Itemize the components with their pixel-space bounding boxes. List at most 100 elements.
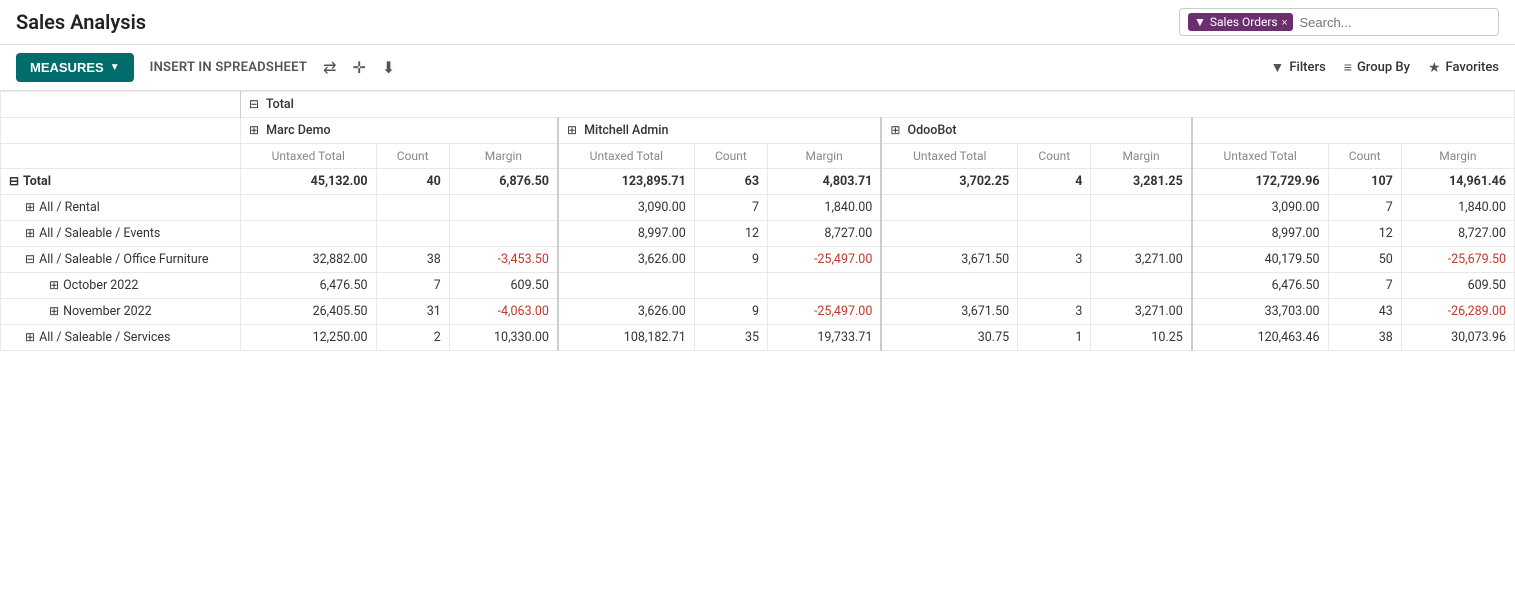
- col-sub-header-row: Untaxed Total Count Margin Untaxed Total…: [1, 144, 1515, 169]
- filter-tag[interactable]: ▼ Sales Orders ×: [1188, 13, 1293, 31]
- data-cell: -25,497.00: [768, 299, 882, 325]
- data-cell: 50: [1328, 247, 1401, 273]
- favorites-button[interactable]: ★ Favorites: [1428, 60, 1499, 76]
- data-cell: [241, 221, 377, 247]
- download-icon[interactable]: ⬇: [382, 58, 395, 77]
- swap-icon[interactable]: ⇄: [323, 58, 336, 77]
- data-cell: 2: [376, 325, 449, 351]
- data-cell: 8,997.00: [1192, 221, 1328, 247]
- row-expand-icon[interactable]: ⊞: [25, 330, 35, 344]
- data-cell: 14,961.46: [1401, 169, 1514, 195]
- data-cell: 32,882.00: [241, 247, 377, 273]
- data-cell: 120,463.46: [1192, 325, 1328, 351]
- data-cell: 31: [376, 299, 449, 325]
- row-header-cell: ⊞All / Rental: [1, 195, 241, 221]
- table-row: ⊞All / Saleable / Events8,997.00128,727.…: [1, 221, 1515, 247]
- row-expand-icon[interactable]: ⊞: [49, 304, 59, 318]
- data-cell: 3,671.50: [881, 247, 1017, 273]
- total-collapse-icon[interactable]: ⊟: [249, 97, 259, 111]
- data-cell: [1018, 195, 1091, 221]
- data-cell: 6,876.50: [449, 169, 558, 195]
- filter-funnel-icon: ▼: [1271, 59, 1285, 76]
- table-row: ⊞All / Rental3,090.0071,840.003,090.0071…: [1, 195, 1515, 221]
- table-row: ⊟Total45,132.00406,876.50123,895.71634,8…: [1, 169, 1515, 195]
- data-cell: [694, 273, 767, 299]
- data-cell: [1091, 221, 1192, 247]
- row-expand-icon[interactable]: ⊞: [25, 226, 35, 240]
- row-label: All / Saleable / Services: [39, 330, 170, 345]
- pivot-container: ⊟ Total ⊞ Marc Demo ⊞ Mitchell Admin: [0, 91, 1515, 351]
- row-label: All / Saleable / Events: [39, 226, 160, 241]
- row-label: November 2022: [63, 304, 152, 319]
- data-cell: 123,895.71: [558, 169, 694, 195]
- odoo-count-header: Count: [1018, 144, 1091, 169]
- data-cell: 609.50: [449, 273, 558, 299]
- measures-button[interactable]: MEASURES ▼: [16, 53, 134, 82]
- insert-spreadsheet-button[interactable]: INSERT IN SPREADSHEET: [150, 60, 308, 75]
- grand-count-header: Count: [1328, 144, 1401, 169]
- data-cell: [376, 221, 449, 247]
- data-cell: [449, 221, 558, 247]
- favorites-label: Favorites: [1446, 60, 1499, 75]
- filter-tag-close[interactable]: ×: [1282, 16, 1288, 29]
- star-icon: ★: [1428, 60, 1441, 76]
- page-title: Sales Analysis: [16, 10, 146, 34]
- odoobot-label: OdooBot: [908, 123, 957, 138]
- data-cell: 38: [376, 247, 449, 273]
- data-cell: 172,729.96: [1192, 169, 1328, 195]
- data-cell: 4,803.71: [768, 169, 882, 195]
- odoo-untaxed-header: Untaxed Total: [881, 144, 1017, 169]
- marc-count-header: Count: [376, 144, 449, 169]
- data-cell: 40,179.50: [1192, 247, 1328, 273]
- data-cell: 35: [694, 325, 767, 351]
- move-icon[interactable]: ✛: [353, 58, 366, 77]
- odoobot-expand-icon[interactable]: ⊞: [890, 123, 900, 137]
- search-input[interactable]: [1299, 15, 1490, 30]
- data-cell: 3,702.25: [881, 169, 1017, 195]
- data-cell: 6,476.50: [241, 273, 377, 299]
- mitchell-untaxed-header: Untaxed Total: [558, 144, 694, 169]
- row-label: Total: [23, 174, 51, 189]
- data-cell: -4,063.00: [449, 299, 558, 325]
- data-cell: 107: [1328, 169, 1401, 195]
- data-cell: 3: [1018, 299, 1091, 325]
- data-cell: 30.75: [881, 325, 1017, 351]
- data-cell: 9: [694, 299, 767, 325]
- filter-tag-label: Sales Orders: [1210, 15, 1278, 29]
- data-cell: 26,405.50: [241, 299, 377, 325]
- col-group-grand-total: [1192, 118, 1515, 144]
- data-cell: 4: [1018, 169, 1091, 195]
- data-cell: 609.50: [1401, 273, 1514, 299]
- grand-untaxed-header: Untaxed Total: [1192, 144, 1328, 169]
- row-collapse-icon[interactable]: ⊟: [25, 252, 35, 266]
- search-bar: ▼ Sales Orders ×: [1179, 8, 1499, 36]
- marc-demo-expand-icon[interactable]: ⊞: [249, 123, 259, 137]
- mitchell-admin-expand-icon[interactable]: ⊞: [567, 123, 577, 137]
- data-cell: 3,671.50: [881, 299, 1017, 325]
- data-cell: 8,727.00: [768, 221, 882, 247]
- marc-demo-label: Marc Demo: [266, 123, 330, 138]
- col-subgroup-header-row: ⊞ Marc Demo ⊞ Mitchell Admin ⊞ OdooBot: [1, 118, 1515, 144]
- groupby-button[interactable]: ≡ Group By: [1344, 59, 1410, 76]
- col-group-marc-demo: ⊞ Marc Demo: [241, 118, 558, 144]
- data-cell: [241, 195, 377, 221]
- data-cell: [1018, 273, 1091, 299]
- data-cell: 1: [1018, 325, 1091, 351]
- data-cell: 43: [1328, 299, 1401, 325]
- data-cell: 12,250.00: [241, 325, 377, 351]
- data-cell: 10.25: [1091, 325, 1192, 351]
- row-collapse-icon[interactable]: ⊟: [9, 174, 19, 188]
- filters-button[interactable]: ▼ Filters: [1271, 59, 1326, 76]
- row-expand-icon[interactable]: ⊞: [25, 200, 35, 214]
- data-cell: 45,132.00: [241, 169, 377, 195]
- data-cell: 3,090.00: [1192, 195, 1328, 221]
- measures-arrow-icon: ▼: [110, 62, 120, 73]
- data-cell: 1,840.00: [768, 195, 882, 221]
- row-expand-icon[interactable]: ⊞: [49, 278, 59, 292]
- row-header-cell: ⊞ All / Saleable / Events: [1, 221, 241, 247]
- data-cell: -25,679.50: [1401, 247, 1514, 273]
- row-header-empty2: [1, 118, 241, 144]
- layers-icon: ≡: [1344, 59, 1352, 76]
- data-cell: -3,453.50: [449, 247, 558, 273]
- row-header-cell: ⊞ November 2022: [1, 299, 241, 325]
